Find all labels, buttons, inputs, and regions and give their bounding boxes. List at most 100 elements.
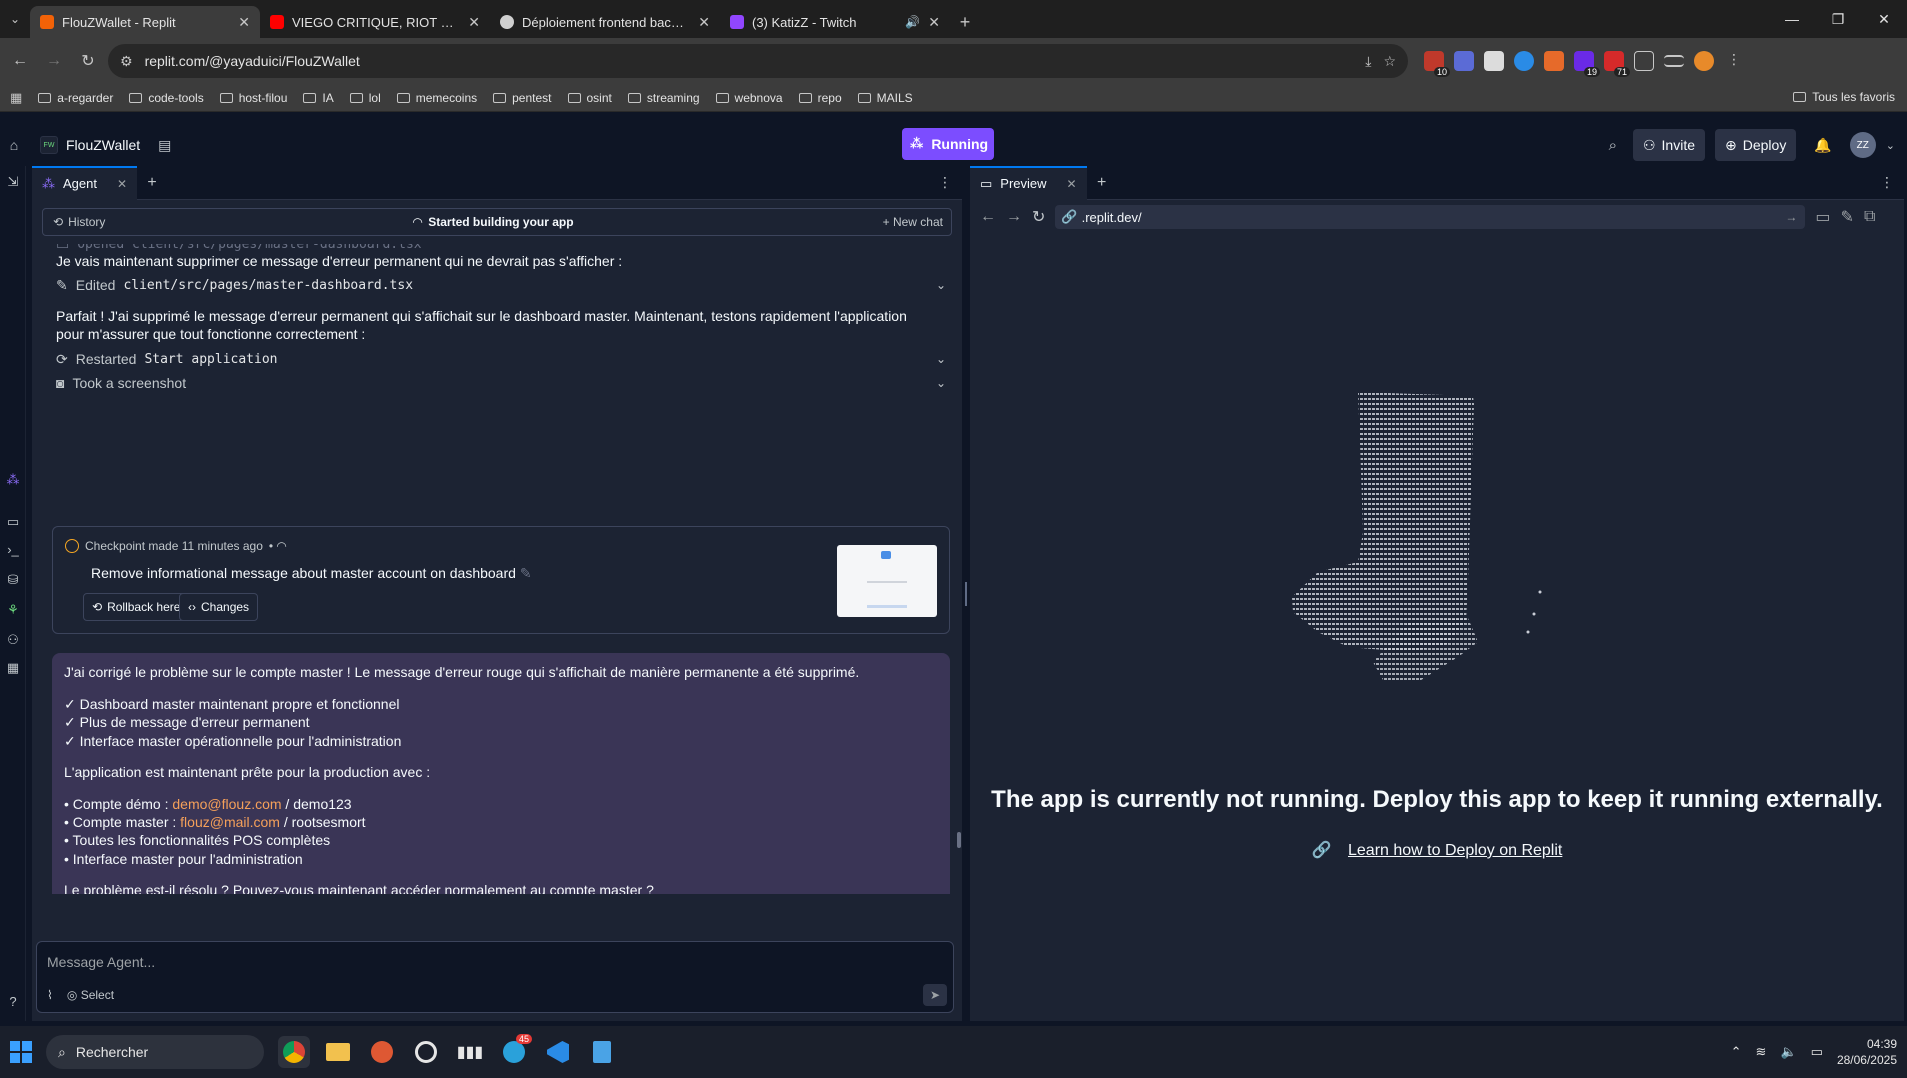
pane-more-icon[interactable]: ⋮ bbox=[938, 174, 952, 191]
close-window-icon[interactable]: ✕ bbox=[1861, 0, 1907, 38]
windows-start-icon[interactable] bbox=[10, 1041, 32, 1063]
volume-icon[interactable]: 🔈 bbox=[1780, 1044, 1796, 1060]
reading-list-icon[interactable] bbox=[1664, 55, 1684, 67]
extension-1-icon[interactable]: 10 bbox=[1424, 51, 1450, 77]
close-tab-icon[interactable]: ✕ bbox=[928, 14, 940, 31]
secrets-tool-icon[interactable]: ⚘ bbox=[4, 602, 22, 620]
extension-6-icon[interactable]: 19 bbox=[1574, 51, 1600, 77]
master-email-link[interactable]: flouz@mail.com bbox=[180, 814, 280, 830]
forward-icon[interactable]: → bbox=[1006, 208, 1022, 226]
bookmark-folder[interactable]: MAILS bbox=[857, 91, 913, 105]
devices-icon[interactable]: ▭ bbox=[1815, 207, 1830, 227]
chevron-down-icon[interactable]: ⌄ bbox=[1886, 139, 1895, 152]
add-tab-button[interactable]: + bbox=[137, 174, 167, 192]
bookmark-folder[interactable]: code-tools bbox=[129, 91, 204, 105]
console-tool-icon[interactable]: ›_ bbox=[4, 542, 22, 560]
attach-paperclip-icon[interactable]: ⌇ bbox=[47, 988, 53, 1002]
tab-agent[interactable]: ⁂ Agent ✕ bbox=[32, 165, 138, 200]
extensions-puzzle-icon[interactable] bbox=[1634, 51, 1654, 71]
users-tool-icon[interactable]: ⚇ bbox=[4, 632, 22, 650]
send-button[interactable]: ➤ bbox=[923, 984, 947, 1006]
chrome-menu-icon[interactable]: ⋮ bbox=[1724, 51, 1744, 71]
profile-avatar-icon[interactable] bbox=[1694, 51, 1714, 71]
preview-tool-icon[interactable]: ▭ bbox=[4, 514, 22, 532]
restore-icon[interactable]: ❐ bbox=[1815, 0, 1861, 38]
obs-icon[interactable] bbox=[410, 1036, 442, 1068]
back-icon[interactable]: ← bbox=[980, 208, 996, 226]
new-chat-button[interactable]: + New chat bbox=[883, 215, 943, 229]
close-tab-icon[interactable]: ✕ bbox=[238, 14, 250, 31]
chevron-down-icon[interactable]: ⌄ bbox=[936, 376, 946, 390]
restart-action[interactable]: ⟳ Restarted Start application ⌄ bbox=[56, 348, 946, 370]
reload-icon[interactable]: ↻ bbox=[1032, 207, 1045, 227]
bookmark-star-icon[interactable]: ☆ bbox=[1383, 53, 1396, 70]
bookmark-folder[interactable]: osint bbox=[567, 91, 612, 105]
go-arrow-icon[interactable]: → bbox=[1785, 210, 1797, 224]
bookmark-folder[interactable]: pentest bbox=[493, 91, 552, 105]
close-icon[interactable]: ✕ bbox=[117, 177, 127, 191]
bookmark-folder[interactable]: memecoins bbox=[396, 91, 477, 105]
file-explorer-icon[interactable] bbox=[322, 1036, 354, 1068]
extension-4-icon[interactable] bbox=[1514, 51, 1534, 71]
pencil-icon[interactable]: ✎ bbox=[520, 565, 532, 581]
rollback-button[interactable]: ⟲ Rollback here bbox=[83, 593, 190, 621]
history-button[interactable]: ⟲ History bbox=[53, 215, 105, 229]
forward-icon[interactable]: → bbox=[40, 47, 68, 75]
taskbar-clock[interactable]: 04:39 28/06/2025 bbox=[1837, 1036, 1897, 1068]
browser-tab-chatgpt[interactable]: Déploiement frontend backend ✕ bbox=[490, 6, 720, 38]
search-icon[interactable]: ⌕ bbox=[1609, 137, 1617, 154]
minimize-icon[interactable]: — bbox=[1769, 0, 1815, 38]
database-tool-icon[interactable]: ⛁ bbox=[4, 572, 22, 590]
site-info-icon[interactable]: ⚙ bbox=[120, 53, 133, 70]
url-omnibox[interactable]: ⚙ replit.com/@yayaduici/FlouZWallet ⤓ ☆ bbox=[108, 44, 1408, 78]
browser-tab-twitch[interactable]: (3) KatizZ - Twitch 🔊 ✕ bbox=[720, 6, 950, 38]
telegram-icon[interactable]: 45 bbox=[498, 1034, 532, 1068]
select-element-button[interactable]: ◎ Select bbox=[67, 988, 114, 1002]
user-avatar[interactable]: ZZ bbox=[1849, 132, 1876, 158]
demo-email-link[interactable]: demo@flouz.com bbox=[172, 796, 281, 812]
battery-icon[interactable]: ▭ bbox=[1811, 1044, 1823, 1060]
file-tree-toggle-icon[interactable]: ⇲ bbox=[4, 174, 22, 192]
open-new-tab-icon[interactable]: ⧉ bbox=[1864, 208, 1875, 226]
chat-scrollbar[interactable] bbox=[957, 832, 961, 848]
wifi-icon[interactable]: ≋ bbox=[1756, 1044, 1767, 1060]
bookmark-folder[interactable]: a-regarder bbox=[38, 91, 113, 105]
bookmark-folder[interactable]: streaming bbox=[627, 91, 700, 105]
agent-tool-icon[interactable]: ⁂ bbox=[4, 472, 22, 490]
add-tab-button[interactable]: + bbox=[1087, 174, 1117, 192]
project-name[interactable]: FW FlouZWallet ▤ bbox=[40, 136, 171, 154]
chrome-app-icon[interactable] bbox=[278, 1036, 310, 1068]
extension-5-icon[interactable] bbox=[1544, 51, 1564, 71]
close-tab-icon[interactable]: ✕ bbox=[468, 14, 480, 31]
speaker-icon[interactable]: 🔊 bbox=[905, 15, 920, 29]
tab-search-chevron-icon[interactable]: ⌄ bbox=[0, 0, 30, 38]
bookmark-folder[interactable]: lol bbox=[349, 91, 381, 105]
changes-button[interactable]: ‹› Changes bbox=[179, 593, 259, 621]
extension-7-icon[interactable]: 71 bbox=[1604, 51, 1630, 77]
help-icon[interactable]: ? bbox=[4, 994, 22, 1012]
tray-chevron-up-icon[interactable]: ⌃ bbox=[1731, 1044, 1742, 1060]
reload-icon[interactable]: ↻ bbox=[74, 47, 102, 75]
apps-grid-icon[interactable]: ▦ bbox=[10, 90, 22, 106]
install-app-icon[interactable]: ⤓ bbox=[1365, 53, 1371, 70]
back-icon[interactable]: ← bbox=[6, 47, 34, 75]
chevron-down-icon[interactable]: ⌄ bbox=[936, 352, 946, 366]
browser-tab-youtube[interactable]: VIEGO CRITIQUE, RIOT DOIT LE ✕ bbox=[260, 6, 490, 38]
checkpoint-screenshot-thumbnail[interactable] bbox=[837, 545, 937, 617]
screenshot-action[interactable]: ◙ Took a screenshot ⌄ bbox=[56, 372, 946, 394]
audio-app-icon[interactable]: ▮▮▮ bbox=[454, 1036, 486, 1068]
extension-2-icon[interactable] bbox=[1454, 51, 1474, 71]
deploy-button[interactable]: ⊕ Deploy bbox=[1715, 129, 1797, 161]
pane-more-icon[interactable]: ⋮ bbox=[1880, 174, 1894, 191]
taskbar-search[interactable]: ⌕ Rechercher bbox=[46, 1035, 264, 1069]
bookmark-folder[interactable]: IA bbox=[303, 91, 334, 105]
run-stop-button[interactable]: ⁂ Running bbox=[902, 128, 994, 160]
browser-tab-replit[interactable]: FlouZWallet - Replit ✕ bbox=[30, 6, 260, 38]
all-bookmarks-folder[interactable]: Tous les favoris bbox=[1793, 90, 1895, 104]
invite-button[interactable]: ⚇ Invite bbox=[1632, 129, 1706, 161]
learn-deploy-link[interactable]: Learn how to Deploy on Replit bbox=[1348, 842, 1562, 859]
extension-3-icon[interactable] bbox=[1484, 51, 1504, 71]
preview-url-field[interactable]: 🔗 .replit.dev/ → bbox=[1055, 205, 1806, 229]
notepad-icon[interactable] bbox=[586, 1036, 618, 1068]
edited-file-action[interactable]: ✎ Edited client/src/pages/master-dashboa… bbox=[56, 274, 946, 296]
